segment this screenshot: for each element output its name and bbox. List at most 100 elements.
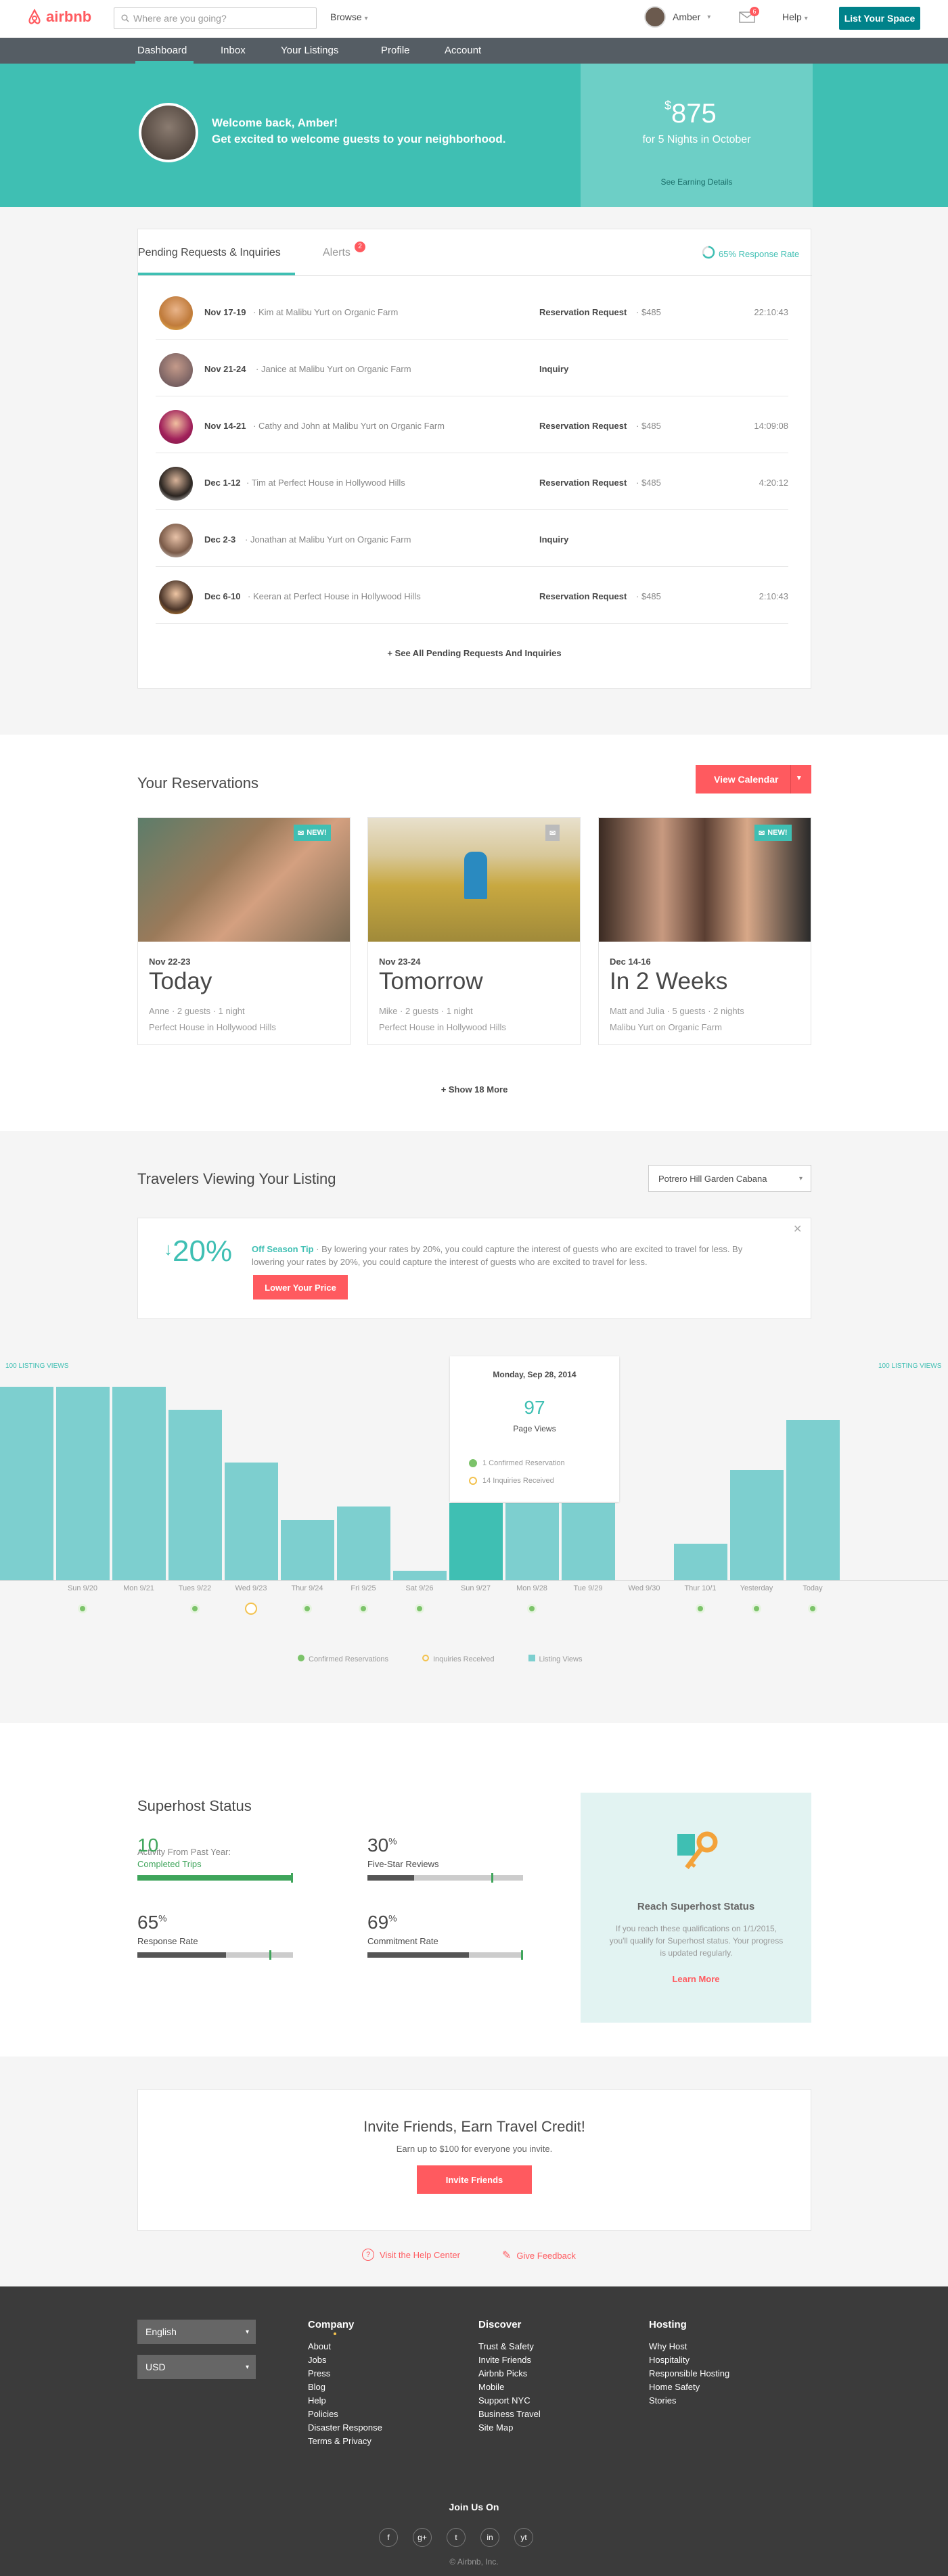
footer-company-link[interactable]: Terms & Privacy [308, 2436, 371, 2446]
browse-menu[interactable]: Browse ▾ [330, 12, 368, 22]
bar-listing-views[interactable] [0, 1387, 53, 1580]
google-plus-icon[interactable]: g+ [413, 2528, 432, 2547]
see-earning-details-link[interactable]: See Earning Details [581, 177, 813, 187]
request-row[interactable]: Nov 17-19 · Kim at Malibu Yurt on Organi… [156, 283, 788, 340]
bar-listing-views[interactable] [56, 1387, 110, 1580]
footer-discover-link[interactable]: Business Travel [478, 2409, 541, 2419]
search-input[interactable]: Where are you going? [114, 7, 317, 29]
bar-listing-views[interactable] [393, 1571, 447, 1580]
youtube-icon[interactable]: yt [514, 2528, 533, 2547]
language-select[interactable]: English ▾ [137, 2320, 256, 2344]
bar-listing-views[interactable] [786, 1420, 840, 1580]
twitter-icon[interactable]: t [447, 2528, 466, 2547]
mail-count-badge: 6 [750, 7, 759, 16]
inquiry-marker[interactable] [245, 1603, 257, 1615]
stat-value: 69% [367, 1912, 397, 1933]
bar-listing-views[interactable] [674, 1544, 727, 1580]
bar-listing-views[interactable] [730, 1470, 784, 1580]
reservation-date: Dec 14-16 [610, 957, 651, 967]
learn-more-link[interactable]: Learn More [581, 1974, 811, 1984]
tab-pending-requests[interactable]: Pending Requests & Inquiries [138, 247, 281, 259]
bar-listing-views[interactable] [225, 1463, 278, 1580]
confirmed-marker[interactable] [359, 1604, 368, 1613]
view-calendar-button[interactable]: View Calendar ▾ [696, 765, 811, 794]
close-icon[interactable]: ✕ [793, 1222, 802, 1236]
reservation-card[interactable]: ✉ NEW! Nov 22-23 Today Anne · 2 guests · … [137, 817, 351, 1045]
bar-listing-views[interactable] [112, 1387, 166, 1580]
tooltip-inquiries: 14 Inquiries Received [482, 1477, 554, 1485]
request-row[interactable]: Nov 21-24 · Janice at Malibu Yurt on Org… [156, 340, 788, 396]
confirmed-marker[interactable] [302, 1604, 312, 1613]
linkedin-icon[interactable]: in [480, 2528, 499, 2547]
footer-discover-link[interactable]: Trust & Safety [478, 2341, 534, 2351]
confirmed-marker[interactable] [78, 1604, 87, 1613]
give-feedback-link[interactable]: ✎ Give Feedback [502, 2249, 576, 2262]
reservation-guests: Mike · 2 guests · 1 night [379, 1006, 473, 1016]
confirmed-marker[interactable] [527, 1604, 537, 1613]
footer-company-link[interactable]: Policies [308, 2409, 338, 2419]
confirmed-marker[interactable] [415, 1604, 424, 1613]
request-type: Reservation Request [539, 421, 627, 431]
confirmed-marker[interactable] [808, 1604, 817, 1613]
listing-select[interactable]: Potrero Hill Garden Cabana ▾ [648, 1165, 811, 1192]
list-your-space-button[interactable]: List Your Space [839, 7, 920, 30]
request-row[interactable]: Dec 6-10 · Keeran at Perfect House in Ho… [156, 567, 788, 624]
see-all-requests-link[interactable]: + See All Pending Requests And Inquiries [137, 648, 811, 658]
mail-icon[interactable]: 6 [739, 7, 759, 26]
bar-listing-views[interactable] [168, 1410, 222, 1580]
footer-hosting-link[interactable]: Home Safety [649, 2382, 700, 2392]
confirmed-marker[interactable] [752, 1604, 761, 1613]
currency-select[interactable]: USD ▾ [137, 2355, 256, 2379]
guest-figure [464, 852, 487, 899]
airbnb-logo[interactable]: airbnb [27, 8, 91, 26]
caret-down-icon[interactable]: ▾ [797, 773, 801, 782]
user-menu[interactable]: Amber ▾ [644, 6, 710, 28]
bar-listing-views[interactable] [505, 1503, 559, 1580]
guest-avatar [159, 467, 193, 501]
footer-company-link[interactable]: About [308, 2341, 331, 2351]
stat-unit: % [388, 1835, 397, 1847]
footer-hosting-link[interactable]: Hospitality [649, 2355, 690, 2365]
tab-your-listings[interactable]: Your Listings [281, 45, 338, 56]
request-price: · $485 [636, 591, 661, 601]
tab-account[interactable]: Account [445, 45, 481, 56]
bar-listing-views[interactable] [337, 1506, 390, 1580]
footer-hosting-link[interactable]: Why Host [649, 2341, 687, 2351]
tab-inbox[interactable]: Inbox [221, 45, 246, 56]
day-label: Yesterday [740, 1584, 773, 1592]
bar-listing-views[interactable] [449, 1503, 503, 1580]
request-row[interactable]: Nov 14-21 · Cathy and John at Malibu Yur… [156, 396, 788, 453]
tab-alerts[interactable]: Alerts [323, 247, 351, 259]
footer-hosting-link[interactable]: Responsible Hosting [649, 2368, 729, 2378]
footer-hosting-link[interactable]: Stories [649, 2395, 676, 2406]
footer-company-link[interactable]: Help [308, 2395, 326, 2406]
bar-listing-views[interactable] [281, 1520, 334, 1580]
request-row[interactable]: Dec 2-3 · Jonathan at Malibu Yurt on Org… [156, 510, 788, 567]
footer-company-link[interactable]: Jobs [308, 2355, 326, 2365]
lower-your-price-button[interactable]: Lower Your Price [253, 1275, 348, 1300]
footer-company-link[interactable]: Disaster Response [308, 2422, 382, 2433]
footer-discover-link[interactable]: Airbnb Picks [478, 2368, 527, 2378]
footer-discover-link[interactable]: Invite Friends [478, 2355, 531, 2365]
footer-company-link[interactable]: Press [308, 2368, 330, 2378]
footer-discover-link[interactable]: Site Map [478, 2422, 513, 2433]
tab-dashboard[interactable]: Dashboard [137, 45, 187, 56]
footer-discover-link[interactable]: Support NYC [478, 2395, 531, 2406]
reservation-guests: Anne · 2 guests · 1 night [149, 1006, 245, 1016]
reservations-title: Your Reservations [137, 775, 258, 791]
reservation-card[interactable]: ✉ Nov 23-24 Tomorrow Mike · 2 guests · 1… [367, 817, 581, 1045]
facebook-icon[interactable]: f [379, 2528, 398, 2547]
confirmed-marker[interactable] [190, 1604, 200, 1613]
request-row[interactable]: Dec 1-12 · Tim at Perfect House in Holly… [156, 453, 788, 510]
reservation-card[interactable]: ✉ NEW! Dec 14-16 In 2 Weeks Matt and Juli… [598, 817, 811, 1045]
tab-profile[interactable]: Profile [381, 45, 410, 56]
footer-company-link[interactable]: Blog [308, 2382, 325, 2392]
show-more-link[interactable]: + Show 18 More [137, 1084, 811, 1095]
help-menu[interactable]: Help ▾ [782, 12, 808, 22]
bar-listing-views[interactable] [562, 1503, 615, 1580]
day-label: Mon 9/21 [123, 1584, 154, 1592]
help-center-link[interactable]: ? Visit the Help Center [362, 2249, 460, 2261]
confirmed-marker[interactable] [696, 1604, 705, 1613]
invite-friends-button[interactable]: Invite Friends [417, 2165, 532, 2194]
footer-discover-link[interactable]: Mobile [478, 2382, 504, 2392]
